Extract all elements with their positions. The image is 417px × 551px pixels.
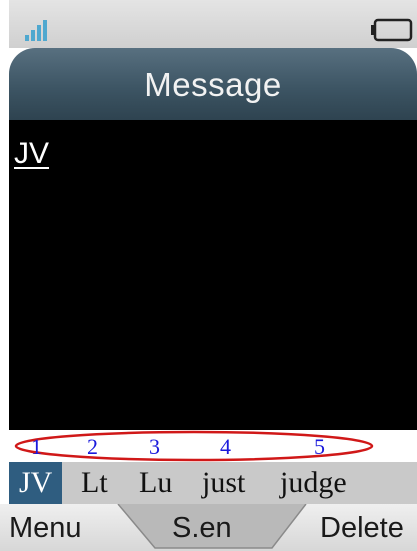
message-input-area[interactable]: JV bbox=[9, 120, 417, 430]
candidate-word-5[interactable]: judge bbox=[280, 465, 347, 501]
candidate-index-3: 3 bbox=[149, 434, 160, 459]
candidate-index-1: 1 bbox=[31, 434, 42, 459]
candidate-word-4[interactable]: just bbox=[202, 465, 245, 501]
title-bar: Message bbox=[9, 48, 417, 120]
softkey-bar: Menu S.en Delete bbox=[0, 504, 417, 551]
candidate-bar: JV Lt Lu just judge bbox=[9, 462, 417, 504]
signal-bars-icon bbox=[25, 20, 47, 41]
candidate-index-4: 4 bbox=[220, 434, 231, 459]
menu-softkey[interactable]: Menu bbox=[9, 512, 82, 545]
battery-icon bbox=[371, 18, 413, 42]
page-title: Message bbox=[144, 66, 282, 103]
candidate-index-row: 1 2 3 4 5 bbox=[9, 430, 417, 462]
candidate-index-5: 5 bbox=[314, 434, 325, 459]
composing-text[interactable]: JV bbox=[14, 137, 49, 171]
status-bar bbox=[9, 0, 417, 50]
delete-softkey[interactable]: Delete bbox=[320, 512, 404, 545]
candidate-index-2: 2 bbox=[87, 434, 98, 459]
annotation-ellipse bbox=[14, 430, 374, 462]
candidate-word-2[interactable]: Lt bbox=[81, 465, 108, 501]
candidate-word-1[interactable]: JV bbox=[9, 462, 63, 504]
candidate-word-3[interactable]: Lu bbox=[139, 465, 172, 501]
input-mode-softkey[interactable]: S.en bbox=[172, 512, 232, 545]
title-bar-background: Message bbox=[9, 48, 417, 120]
screen-border bbox=[0, 0, 9, 551]
phone-screen: Message JV 1 2 3 4 5 JV Lt Lu just judge… bbox=[0, 0, 417, 551]
